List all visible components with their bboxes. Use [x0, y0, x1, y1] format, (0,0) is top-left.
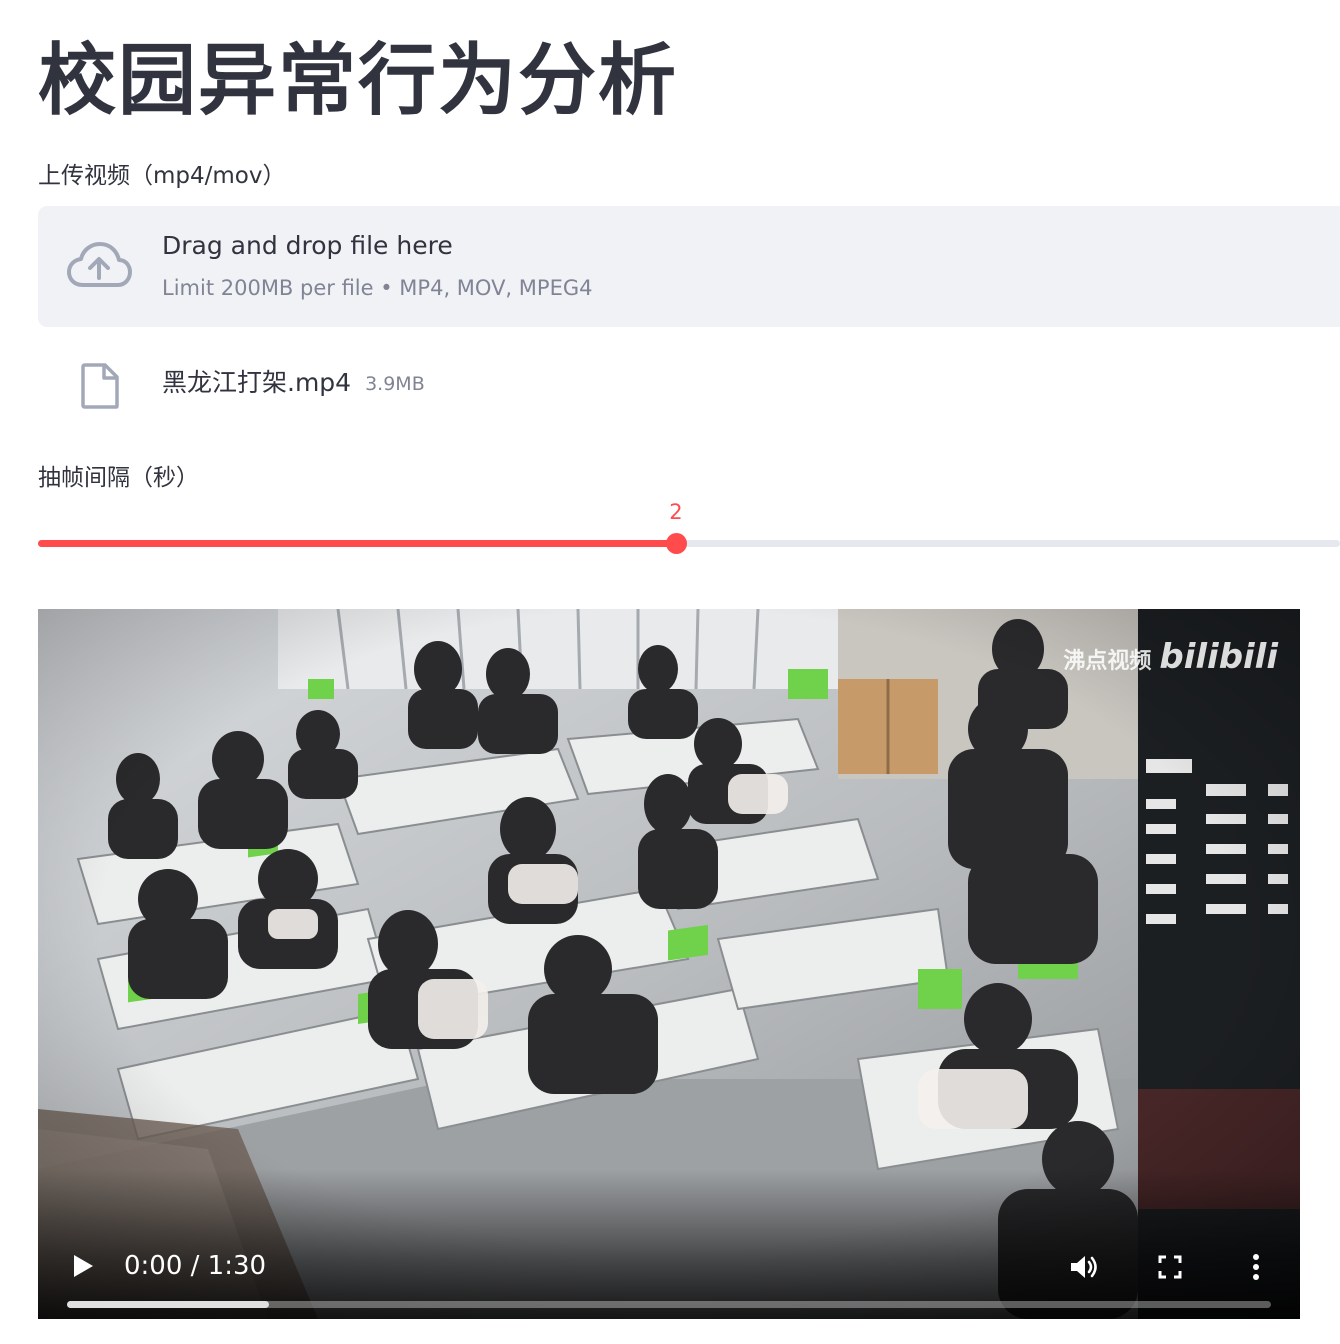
video-time: 0:00 / 1:30 — [124, 1251, 267, 1281]
watermark-text: 沸点视频 — [1063, 649, 1152, 674]
uploaded-file-size: 3.9MB — [365, 373, 425, 395]
video-progress-bar[interactable] — [67, 1301, 1271, 1308]
uploaded-file-name: 黑龙江打架.mp4 — [162, 368, 352, 397]
video-watermark: 沸点视频 bilibili — [1063, 637, 1278, 677]
watermark-brand: bilibili — [1159, 637, 1278, 677]
dropzone-title: Drag and drop file here — [162, 231, 453, 260]
app-page: 校园异常行为分析 上传视频（mp4/mov） Drag and drop fil… — [0, 0, 1340, 1344]
page-title: 校园异常行为分析 — [38, 36, 679, 126]
more-options-icon[interactable] — [1240, 1251, 1272, 1283]
uploaded-file-item: 黑龙江打架.mp4 3.9MB — [38, 350, 1038, 420]
upload-label: 上传视频（mp4/mov） — [38, 163, 286, 189]
file-icon — [81, 363, 119, 409]
volume-icon[interactable] — [1068, 1251, 1100, 1283]
frame-interval-slider[interactable]: 2 — [38, 496, 1340, 566]
video-player[interactable]: 沸点视频 bilibili 0:00 / 1:30 — [38, 609, 1300, 1319]
slider-thumb[interactable] — [665, 533, 687, 554]
video-controls: 0:00 / 1:30 — [38, 1169, 1300, 1319]
video-buffered-bar — [67, 1301, 270, 1308]
dropzone-limit-text: Limit 200MB per file • MP4, MOV, MPEG4 — [162, 276, 593, 300]
fullscreen-icon[interactable] — [1154, 1251, 1186, 1283]
slider-fill — [38, 540, 676, 547]
slider-value: 2 — [669, 500, 683, 524]
frame-interval-label: 抽帧间隔（秒） — [38, 465, 199, 491]
cloud-upload-icon — [67, 242, 132, 287]
play-icon[interactable] — [70, 1252, 96, 1280]
file-dropzone[interactable]: Drag and drop file here Limit 200MB per … — [38, 206, 1340, 327]
